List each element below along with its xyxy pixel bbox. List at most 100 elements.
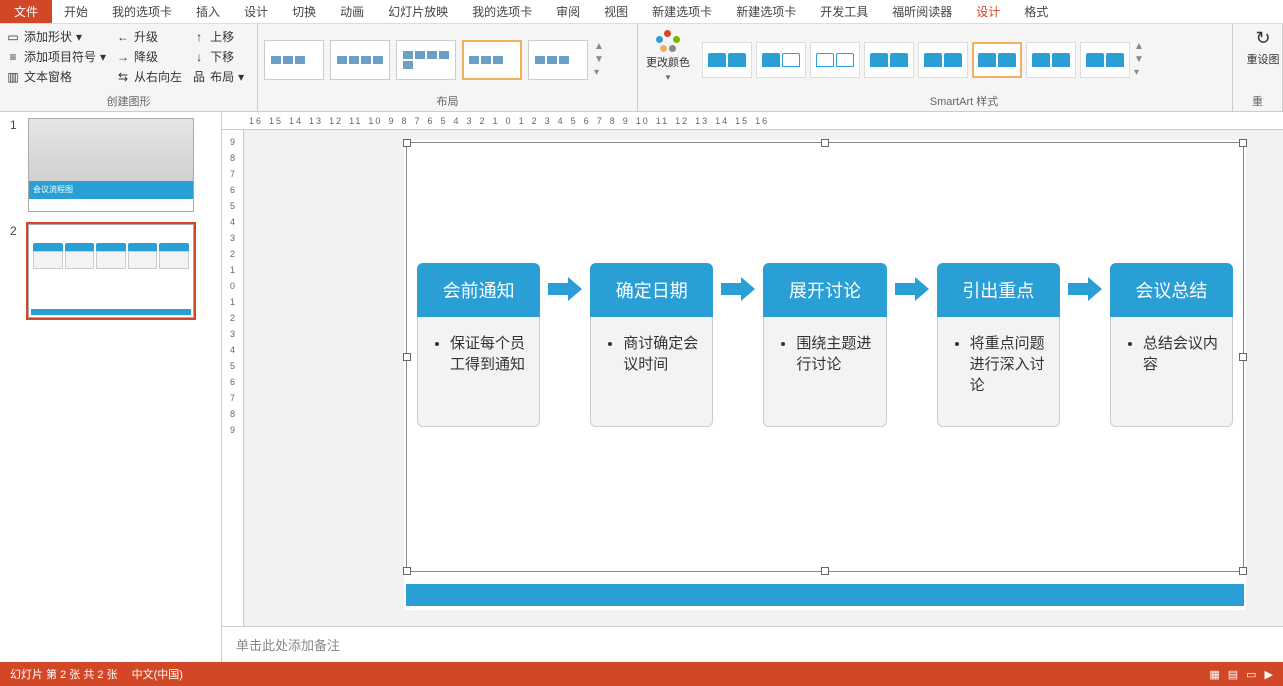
- slide-thumbnail-1[interactable]: 1 会议流程图: [10, 118, 211, 212]
- move-down-button[interactable]: ↓下移: [192, 48, 244, 65]
- style-option-3[interactable]: [810, 42, 860, 78]
- group-label: 创建图形: [6, 91, 251, 109]
- move-up-button[interactable]: ↑上移: [192, 28, 244, 45]
- view-slideshow-icon[interactable]: ▶: [1265, 668, 1273, 681]
- slide-thumbnail-2[interactable]: 2: [10, 224, 211, 318]
- tab-view[interactable]: 视图: [592, 0, 640, 24]
- expand-icon[interactable]: ▾: [594, 67, 604, 78]
- group-styles: ▲ ▼ ▾ SmartArt 样式: [696, 24, 1233, 111]
- reset-graphic-button[interactable]: ↻ 重设图: [1239, 28, 1283, 67]
- layout-option-2[interactable]: [330, 40, 390, 80]
- group-label: 布局: [264, 91, 631, 109]
- group-colors: 更改颜色 ▾: [638, 24, 696, 111]
- tab-foxit[interactable]: 福昕阅读器: [880, 0, 964, 24]
- ruler-vertical: 9876543210123456789: [222, 130, 244, 626]
- workspace: 1 会议流程图 2 161514131211109876543: [0, 112, 1283, 662]
- tab-newtab-2[interactable]: 新建选项卡: [724, 0, 808, 24]
- style-option-7[interactable]: [1026, 42, 1076, 78]
- chevron-down-icon: ▾: [238, 70, 244, 84]
- layout-button[interactable]: 品布局▾: [192, 68, 244, 85]
- view-sorter-icon[interactable]: ▤: [1228, 668, 1238, 681]
- text-pane-button[interactable]: ▥文本窗格: [6, 68, 106, 85]
- tab-home[interactable]: 开始: [52, 0, 100, 24]
- smartart-node-4[interactable]: 引出重点 将重点问题进行深入讨论: [937, 263, 1060, 427]
- layout-option-4-selected[interactable]: [462, 40, 522, 80]
- group-label: 重: [1239, 91, 1276, 109]
- text-pane-icon: ▥: [6, 70, 20, 84]
- tab-animations[interactable]: 动画: [328, 0, 376, 24]
- layout-option-5[interactable]: [528, 40, 588, 80]
- smartart-node-1[interactable]: 会前通知 保证每个员工得到通知: [417, 263, 540, 427]
- tab-insert[interactable]: 插入: [184, 0, 232, 24]
- chevron-down-icon: ▾: [76, 30, 82, 44]
- rtl-icon: ⇆: [116, 70, 130, 84]
- smartart-node-3[interactable]: 展开讨论 围绕主题进行讨论: [763, 263, 886, 427]
- tab-review[interactable]: 审阅: [544, 0, 592, 24]
- smartart-node-2[interactable]: 确定日期 商讨确定会议时间: [590, 263, 713, 427]
- style-option-5[interactable]: [918, 42, 968, 78]
- add-bullet-button[interactable]: ≡添加项目符号▾: [6, 48, 106, 65]
- layout-icon: 品: [192, 70, 206, 84]
- tab-design[interactable]: 设计: [232, 0, 280, 24]
- view-normal-icon[interactable]: ▦: [1209, 668, 1219, 681]
- layout-option-3[interactable]: [396, 40, 456, 80]
- node-title: 会议总结: [1110, 263, 1233, 317]
- tab-transitions[interactable]: 切换: [280, 0, 328, 24]
- canvas[interactable]: 会前通知 保证每个员工得到通知 确定日期 商讨确定会议时间 展开讨论: [244, 130, 1283, 626]
- tab-slideshow[interactable]: 幻灯片放映: [376, 0, 460, 24]
- scroll-down-icon[interactable]: ▼: [1134, 54, 1144, 65]
- style-option-6-selected[interactable]: [972, 42, 1022, 78]
- scroll-down-icon[interactable]: ▼: [594, 54, 604, 65]
- node-title: 会前通知: [417, 263, 540, 317]
- status-language: 中文(中国): [132, 666, 183, 682]
- node-title: 引出重点: [937, 263, 1060, 317]
- slide-footer-bar: [406, 584, 1244, 606]
- slide-number: 1: [10, 118, 22, 212]
- smartart-node-5[interactable]: 会议总结 总结会议内容: [1110, 263, 1233, 427]
- add-shape-button[interactable]: ▭添加形状▾: [6, 28, 106, 45]
- style-option-8[interactable]: [1080, 42, 1130, 78]
- ribbon: ▭添加形状▾ ≡添加项目符号▾ ▥文本窗格 ←升级 →降级 ⇆从右向左 ↑上移 …: [0, 24, 1283, 112]
- demote-button[interactable]: →降级: [116, 48, 182, 65]
- ruler-horizontal: 1615141312111098765432101234567891011121…: [222, 112, 1283, 130]
- style-option-4[interactable]: [864, 42, 914, 78]
- group-layout: ▲ ▼ ▾ 布局: [258, 24, 638, 111]
- expand-icon[interactable]: ▾: [1134, 67, 1144, 78]
- node-body: 围绕主题进行讨论: [796, 333, 871, 375]
- slide-panel[interactable]: 1 会议流程图 2: [0, 112, 222, 662]
- tab-format[interactable]: 格式: [1012, 0, 1060, 24]
- tab-file[interactable]: 文件: [0, 0, 52, 23]
- bullet-icon: ≡: [6, 50, 20, 64]
- notes-pane[interactable]: 单击此处添加备注: [222, 626, 1283, 662]
- view-reading-icon[interactable]: ▭: [1246, 668, 1256, 681]
- tab-newtab-1[interactable]: 新建选项卡: [640, 0, 724, 24]
- rtl-button[interactable]: ⇆从右向左: [116, 68, 182, 85]
- status-slide-info: 幻灯片 第 2 张 共 2 张: [10, 666, 118, 682]
- node-body: 将重点问题进行深入讨论: [970, 333, 1045, 396]
- tab-mytab-2[interactable]: 我的选项卡: [460, 0, 544, 24]
- add-shape-icon: ▭: [6, 30, 20, 44]
- scroll-up-icon[interactable]: ▲: [594, 41, 604, 52]
- style-option-2[interactable]: [756, 42, 806, 78]
- status-bar: 幻灯片 第 2 张 共 2 张 中文(中国) ▦ ▤ ▭ ▶: [0, 662, 1283, 686]
- arrow-right-icon: [1068, 277, 1102, 301]
- scroll-up-icon[interactable]: ▲: [1134, 41, 1144, 52]
- tab-devtools[interactable]: 开发工具: [808, 0, 880, 24]
- node-body: 总结会议内容: [1143, 333, 1218, 375]
- change-colors-button[interactable]: 更改颜色 ▾: [644, 28, 692, 83]
- tab-smartart-design[interactable]: 设计: [964, 0, 1012, 24]
- editor-area: 1615141312111098765432101234567891011121…: [222, 112, 1283, 662]
- slide-1-title: 会议流程图: [29, 181, 193, 199]
- tab-mytab-1[interactable]: 我的选项卡: [100, 0, 184, 24]
- layout-option-1[interactable]: [264, 40, 324, 80]
- node-title: 展开讨论: [763, 263, 886, 317]
- arrow-right-icon: [548, 277, 582, 301]
- smartart-selection[interactable]: 会前通知 保证每个员工得到通知 确定日期 商讨确定会议时间 展开讨论: [406, 142, 1244, 572]
- arrow-right-icon: [721, 277, 755, 301]
- slide-canvas[interactable]: 会前通知 保证每个员工得到通知 确定日期 商讨确定会议时间 展开讨论: [404, 140, 1246, 610]
- style-option-1[interactable]: [702, 42, 752, 78]
- arrow-left-icon: ←: [116, 30, 130, 44]
- node-title: 确定日期: [590, 263, 713, 317]
- node-body: 保证每个员工得到通知: [450, 333, 525, 375]
- promote-button[interactable]: ←升级: [116, 28, 182, 45]
